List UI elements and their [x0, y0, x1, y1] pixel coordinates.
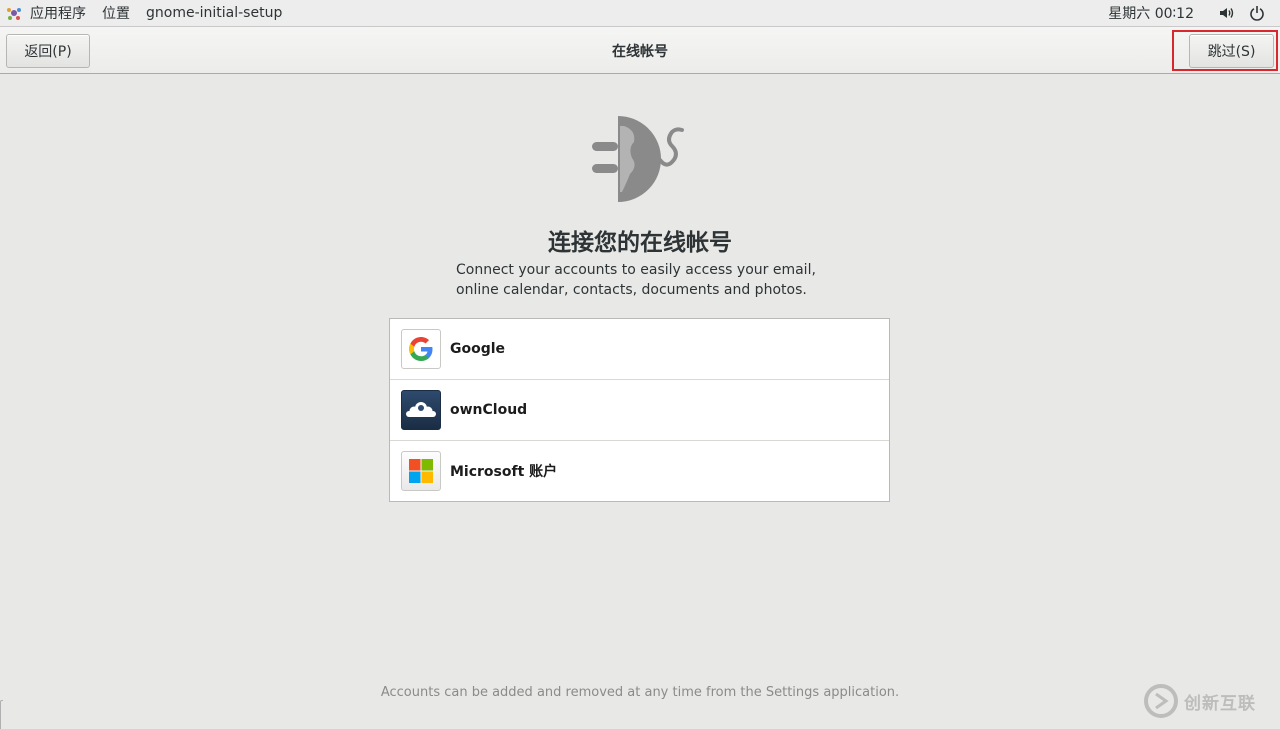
description-line-1: Connect your accounts to easily access y… [456, 262, 816, 278]
watermark-text: 创新互联 [1184, 693, 1256, 714]
watermark-icon [1144, 684, 1178, 718]
back-button[interactable]: 返回(P) [6, 34, 90, 68]
accounts-list: Google ownCloud Microsoft 账户 [389, 318, 890, 502]
account-label-microsoft: Microsoft 账户 [450, 464, 558, 480]
account-label-owncloud: ownCloud [450, 402, 528, 418]
gnome-foot-icon [6, 5, 22, 21]
watermark-logo: 创新互联 [1144, 684, 1274, 718]
skip-highlight: 跳过(S) [1172, 30, 1278, 71]
account-row-owncloud[interactable]: ownCloud [390, 380, 889, 441]
places-label: 位置 [102, 6, 130, 22]
online-accounts-icon [588, 114, 688, 204]
window-corner [0, 700, 3, 729]
account-row-microsoft[interactable]: Microsoft 账户 [390, 441, 889, 501]
account-row-google[interactable]: Google [390, 319, 889, 380]
page-title: 在线帐号 [612, 43, 668, 60]
volume-icon[interactable] [1218, 4, 1236, 22]
main-description: Connect your accounts to easily access y… [456, 260, 836, 300]
applications-label: 应用程序 [30, 6, 86, 22]
places-menu[interactable]: 位置 [94, 0, 138, 27]
power-icon[interactable] [1248, 4, 1266, 22]
header-bar: 在线帐号 返回(P) 跳过(S) [0, 27, 1280, 74]
top-panel: 应用程序 位置 gnome-initial-setup 星期六 00∶12 [0, 0, 1280, 27]
main-heading: 连接您的在线帐号 [548, 230, 732, 256]
google-icon [401, 329, 441, 369]
clock-label: 星期六 00∶12 [1108, 6, 1194, 22]
owncloud-icon [401, 390, 441, 430]
clock[interactable]: 星期六 00∶12 [1100, 0, 1202, 27]
footer-note: Accounts can be added and removed at any… [380, 685, 900, 700]
app-menu[interactable]: gnome-initial-setup [138, 0, 290, 27]
description-line-2: online calendar, contacts, documents and… [456, 282, 807, 298]
app-name-label: gnome-initial-setup [146, 5, 283, 21]
skip-button[interactable]: 跳过(S) [1189, 34, 1274, 68]
microsoft-icon [401, 451, 441, 491]
applications-menu[interactable]: 应用程序 [0, 0, 94, 27]
account-label-google: Google [450, 341, 506, 357]
